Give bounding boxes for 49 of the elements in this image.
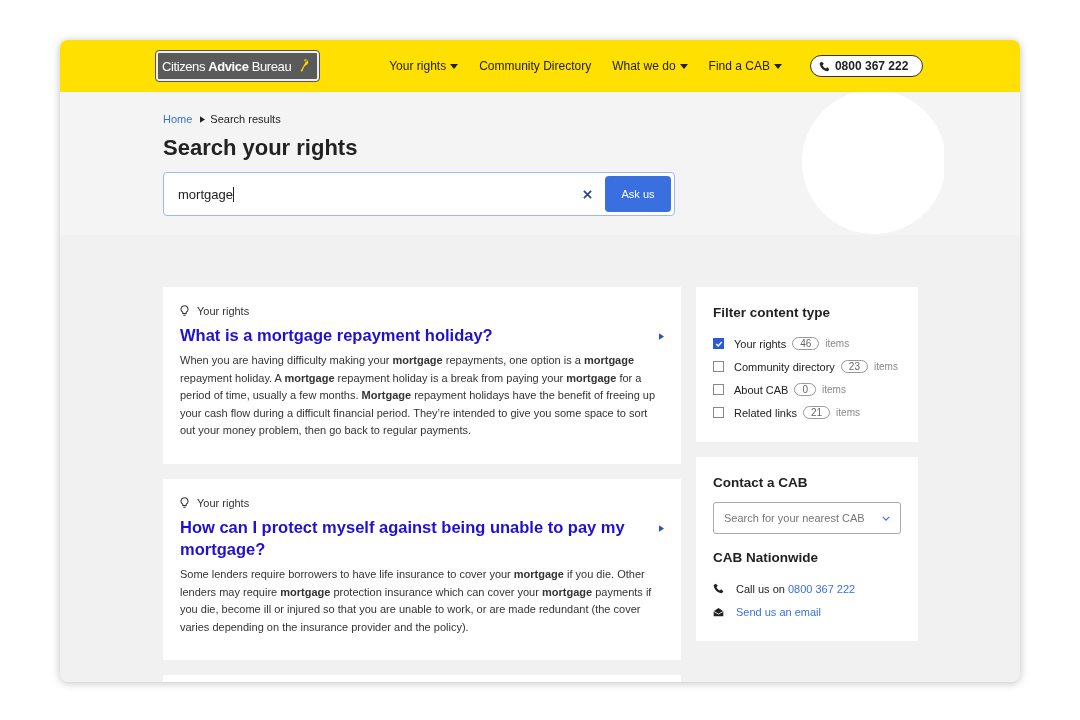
chevron-down-icon[interactable] [882, 515, 890, 521]
chevron-icon [200, 115, 206, 123]
category-label: Your rights [197, 305, 250, 317]
envelope-icon [713, 606, 724, 617]
caret-icon[interactable] [773, 63, 782, 69]
checkbox[interactable] [713, 338, 724, 349]
panel-heading: Filter content type [713, 305, 831, 320]
count-unit: items [836, 407, 860, 418]
arrow-icon[interactable] [659, 524, 664, 532]
breadcrumb-link[interactable]: Home [163, 113, 193, 125]
caret-icon[interactable] [679, 63, 688, 69]
filter-label[interactable]: Your rights [734, 337, 787, 350]
category-label: Your rights [197, 496, 250, 509]
page-heading: Search your rights [163, 135, 359, 161]
checkbox[interactable] [713, 361, 724, 372]
phone-button[interactable]: 0800 367 222 [809, 55, 924, 77]
nav-link[interactable]: Community Directory [479, 59, 592, 73]
count-unit: items [825, 338, 850, 349]
result-title-link[interactable]: What is a mortgage repayment holiday? [180, 324, 493, 346]
filter-label[interactable]: About CAB [734, 383, 789, 396]
breadcrumb-current: Search results [210, 113, 281, 125]
nav-link[interactable]: Find a CAB [708, 59, 782, 73]
phone-icon [818, 60, 830, 72]
lightbulb-icon [180, 305, 189, 317]
nav-link[interactable]: Your rights [389, 59, 459, 73]
panel-heading: CAB Nationwide [713, 550, 819, 565]
panel-heading: Contact a CAB [713, 475, 809, 490]
contact-link[interactable]: Send us an email [736, 605, 821, 618]
result-snippet: When you are having difficulty making your mortgage repayments, one option is a mortgage repayment holiday. A mortgage repayment holiday is a break from paying your mortgage for a period of time, usually a few months. Mortgage repayment holidays have the benefit of freeing up your cash flow during a difficult financial period. They’re intended to give you some space to sort out your money problem, then go back to regular payments. [180, 353, 657, 439]
location-dropdown[interactable]: Search for your nearest CAB [713, 502, 901, 534]
ask-button[interactable]: Ask us [605, 176, 671, 212]
contact-link[interactable]: 0800 367 222 [787, 582, 856, 595]
count-unit: items [874, 361, 898, 372]
arrow-icon[interactable] [659, 333, 664, 340]
logo[interactable]: Citizens Advice Bureau [156, 51, 320, 81]
lightbulb-icon [180, 496, 189, 509]
phone-icon [713, 583, 724, 594]
checkbox[interactable] [713, 384, 724, 395]
result-snippet: Some lenders require borrowers to have life insurance to cover your mortgage if you die. Other lenders may require mortgage protection insurance which can cover your mortgage payments if you die, become ill or injured so that you are unable to work, or are made redundant (the cover varies depending on the insurance provider and the policy). [180, 566, 653, 635]
contact-text: Call us on [736, 582, 785, 595]
clear-icon[interactable] [583, 189, 592, 199]
caret-icon[interactable] [450, 63, 459, 69]
nav-link[interactable]: What we do [612, 59, 688, 73]
checkbox[interactable] [713, 407, 724, 418]
count-unit: items [822, 384, 846, 395]
filter-label[interactable]: Community directory [734, 360, 835, 373]
search-field[interactable]: mortgage Ask us [163, 172, 675, 216]
filter-label[interactable]: Related links [734, 406, 797, 419]
result-title-link[interactable]: How can I protect myself against being unable to pay my mortgage? [180, 515, 639, 560]
